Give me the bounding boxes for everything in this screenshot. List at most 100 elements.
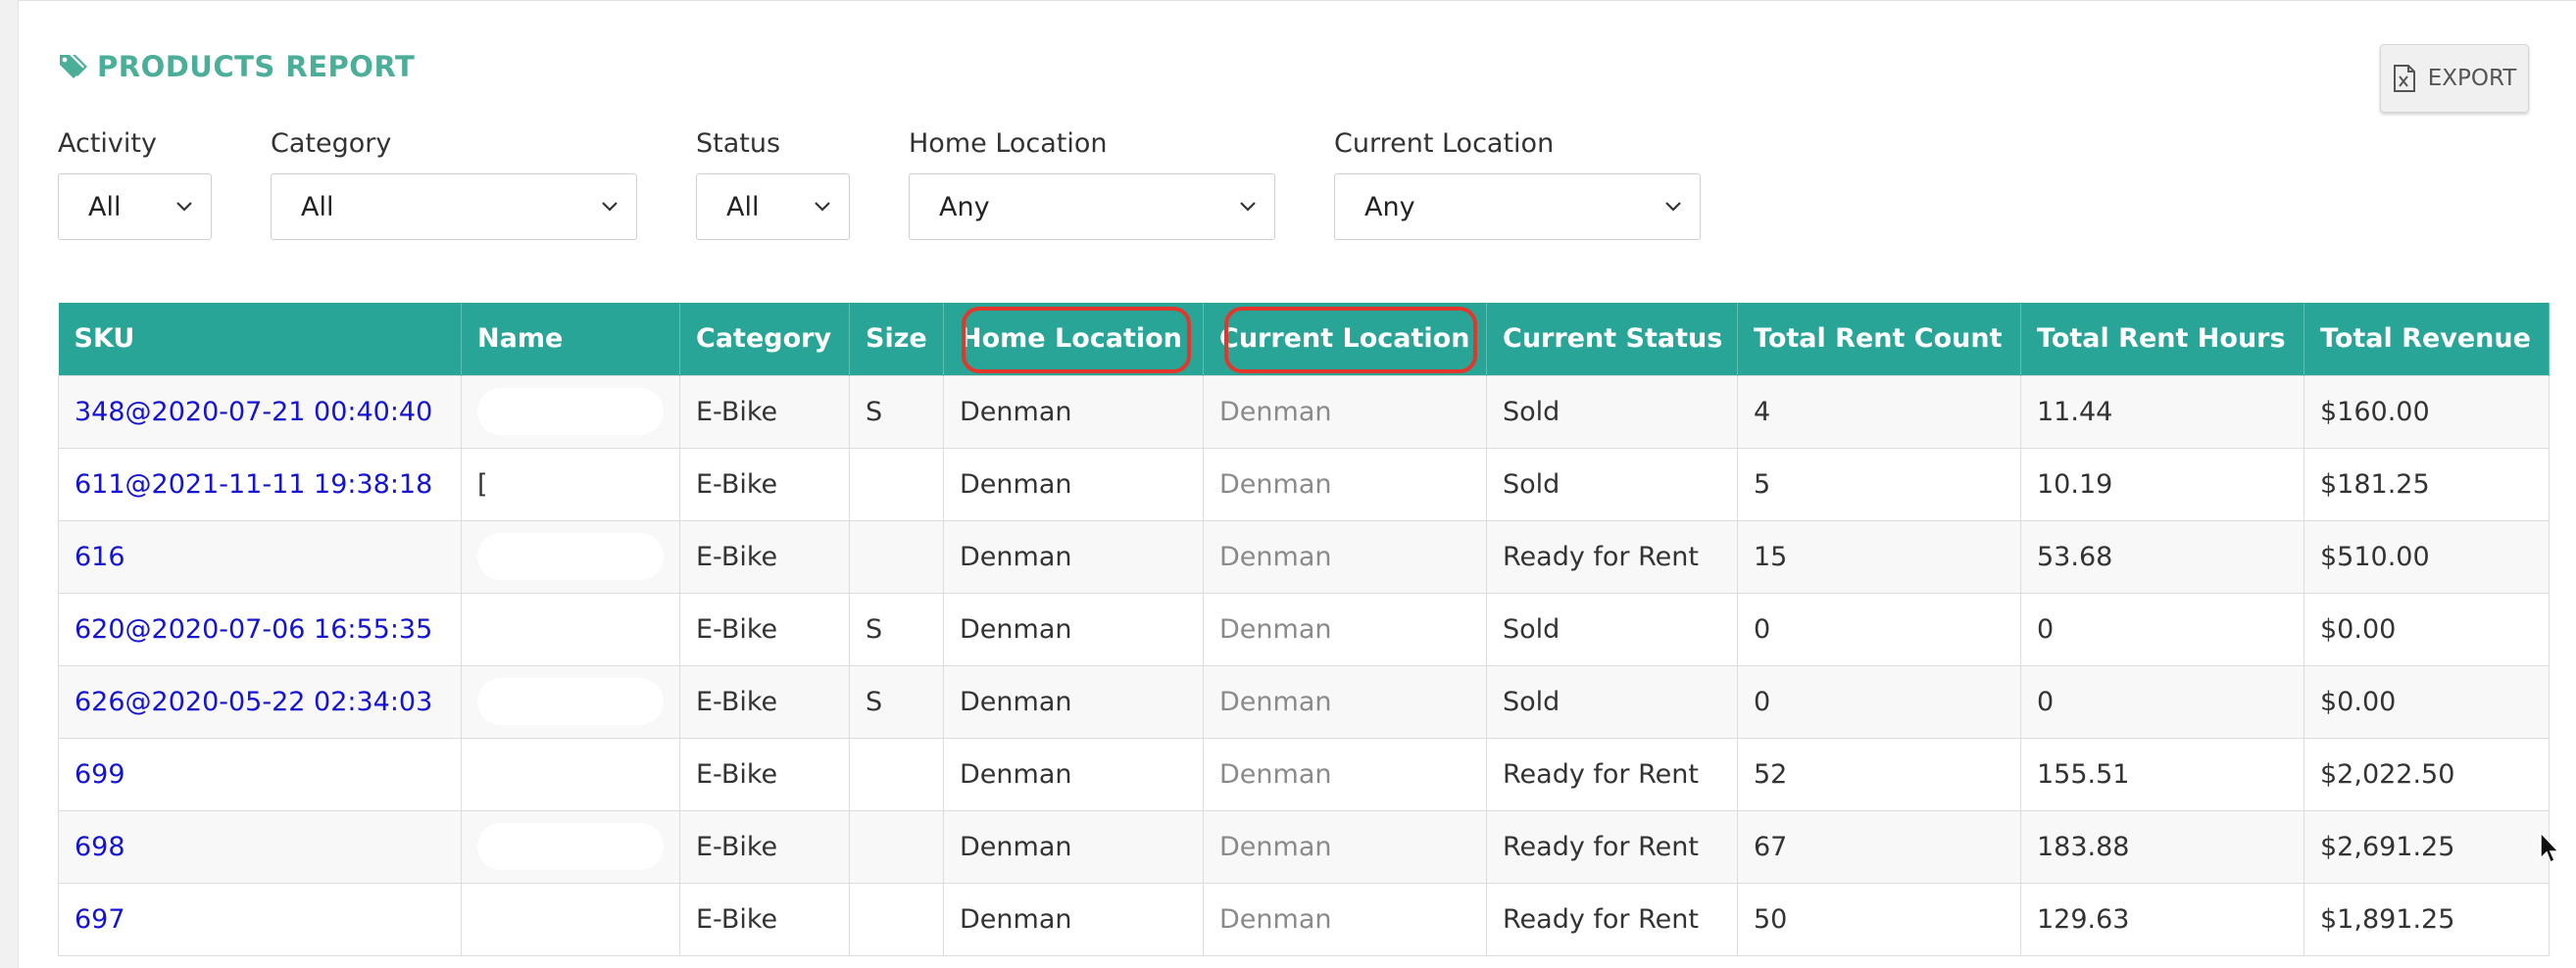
column-header-sku[interactable]: SKU (58, 303, 462, 375)
filter-category: Category All (271, 128, 637, 241)
chevron-down-icon (176, 202, 192, 212)
table-row: 626@2020-05-22 02:34:03 E-Bike S Denman … (58, 664, 2550, 739)
rent-hours-cell: 155.51 (2020, 737, 2304, 811)
table-row: 698 E-Bike Denman Denman Ready for Rent … (58, 809, 2550, 884)
status-cell: Ready for Rent (1486, 809, 1738, 884)
rent-count-cell: 52 (1737, 737, 2021, 811)
column-header-category[interactable]: Category (679, 303, 850, 375)
sku-link[interactable]: 620@2020-07-06 16:55:35 (58, 592, 462, 666)
export-label: EXPORT (2427, 66, 2517, 91)
revenue-cell: $181.25 (2304, 447, 2550, 521)
revenue-cell: $1,891.25 (2304, 882, 2550, 956)
sku-link[interactable]: 348@2020-07-21 00:40:40 (58, 374, 462, 449)
report-title-text: PRODUCTS REPORT (97, 50, 416, 83)
filter-home-location-label: Home Location (909, 128, 1108, 159)
category-cell: E-Bike (679, 592, 850, 666)
home-location-cell: Denman (943, 447, 1204, 521)
column-header-total-rent-count[interactable]: Total Rent Count (1737, 303, 2021, 375)
report-panel: PRODUCTS REPORT EXPORT Activity All Cate… (18, 0, 2576, 968)
current-location-cell: Denman (1203, 809, 1487, 884)
rent-hours-cell: 129.63 (2020, 882, 2304, 956)
table-row: 611@2021-11-11 19:38:18 [ E-Bike Denman … (58, 447, 2550, 521)
products-table: SKU Name Category Size Home Location Cur… (58, 303, 2550, 956)
column-header-name[interactable]: Name (461, 303, 680, 375)
rent-count-cell: 50 (1737, 882, 2021, 956)
status-cell: Ready for Rent (1486, 737, 1738, 811)
current-location-cell: Denman (1203, 882, 1487, 956)
name-cell (461, 882, 680, 956)
current-location-cell: Denman (1203, 737, 1487, 811)
chevron-down-icon (602, 202, 618, 212)
mouse-cursor-icon (2540, 831, 2560, 864)
export-button[interactable]: EXPORT (2380, 44, 2529, 113)
filter-status: Status All (696, 128, 850, 241)
rent-count-cell: 0 (1737, 664, 2021, 739)
name-cell (461, 664, 680, 739)
sku-link[interactable]: 616 (58, 519, 462, 594)
report-title: PRODUCTS REPORT (58, 50, 415, 83)
status-cell: Sold (1486, 447, 1738, 521)
activity-select[interactable]: All (58, 173, 212, 241)
column-header-home-location[interactable]: Home Location (943, 303, 1204, 375)
size-cell (849, 519, 944, 594)
revenue-cell: $510.00 (2304, 519, 2550, 594)
rent-hours-cell: 10.19 (2020, 447, 2304, 521)
category-cell: E-Bike (679, 519, 850, 594)
current-location-cell: Denman (1203, 374, 1487, 449)
home-location-select[interactable]: Any (909, 173, 1275, 241)
status-cell: Sold (1486, 374, 1738, 449)
current-location-cell: Denman (1203, 519, 1487, 594)
redacted-name (477, 823, 664, 870)
column-header-current-status[interactable]: Current Status (1486, 303, 1738, 375)
name-cell (461, 809, 680, 884)
column-header-size[interactable]: Size (849, 303, 944, 375)
status-cell: Ready for Rent (1486, 519, 1738, 594)
filter-category-label: Category (271, 128, 392, 159)
sku-link[interactable]: 698 (58, 809, 462, 884)
category-cell: E-Bike (679, 447, 850, 521)
name-cell (461, 374, 680, 449)
column-header-current-location[interactable]: Current Location (1203, 303, 1487, 375)
rent-count-cell: 67 (1737, 809, 2021, 884)
chevron-down-icon (815, 202, 830, 212)
category-select[interactable]: All (271, 173, 637, 241)
category-cell: E-Bike (679, 374, 850, 449)
sku-link[interactable]: 611@2021-11-11 19:38:18 (58, 447, 462, 521)
sku-link[interactable]: 626@2020-05-22 02:34:03 (58, 664, 462, 739)
category-cell: E-Bike (679, 737, 850, 811)
chevron-down-icon (1665, 202, 1681, 212)
status-select[interactable]: All (696, 173, 850, 241)
revenue-cell: $2,691.25 (2304, 809, 2550, 884)
column-header-total-revenue[interactable]: Total Revenue (2304, 303, 2550, 375)
column-header-total-rent-hours[interactable]: Total Rent Hours (2020, 303, 2304, 375)
current-location-select[interactable]: Any (1334, 173, 1701, 241)
products-table-wrapper: SKU Name Category Size Home Location Cur… (58, 303, 2550, 956)
revenue-cell: $0.00 (2304, 592, 2550, 666)
sku-link[interactable]: 699 (58, 737, 462, 811)
category-cell: E-Bike (679, 882, 850, 956)
current-location-cell: Denman (1203, 447, 1487, 521)
table-row: 699 E-Bike Denman Denman Ready for Rent … (58, 737, 2550, 811)
home-location-cell: Denman (943, 882, 1204, 956)
filter-current-location-label: Current Location (1334, 128, 1555, 159)
table-row: 620@2020-07-06 16:55:35 E-Bike S Denman … (58, 592, 2550, 666)
home-location-cell: Denman (943, 664, 1204, 739)
home-location-cell: Denman (943, 809, 1204, 884)
status-cell: Sold (1486, 664, 1738, 739)
table-row: 697 E-Bike Denman Denman Ready for Rent … (58, 882, 2550, 956)
status-cell: Ready for Rent (1486, 882, 1738, 956)
rent-count-cell: 4 (1737, 374, 2021, 449)
revenue-cell: $2,022.50 (2304, 737, 2550, 811)
redacted-name (477, 678, 664, 725)
rent-count-cell: 5 (1737, 447, 2021, 521)
size-cell (849, 447, 944, 521)
redacted-name (477, 533, 664, 580)
size-cell (849, 882, 944, 956)
rent-hours-cell: 0 (2020, 664, 2304, 739)
filter-home-location: Home Location Any (909, 128, 1275, 241)
rent-hours-cell: 183.88 (2020, 809, 2304, 884)
redacted-name (477, 388, 664, 435)
home-location-cell: Denman (943, 519, 1204, 594)
size-cell: S (849, 374, 944, 449)
sku-link[interactable]: 697 (58, 882, 462, 956)
